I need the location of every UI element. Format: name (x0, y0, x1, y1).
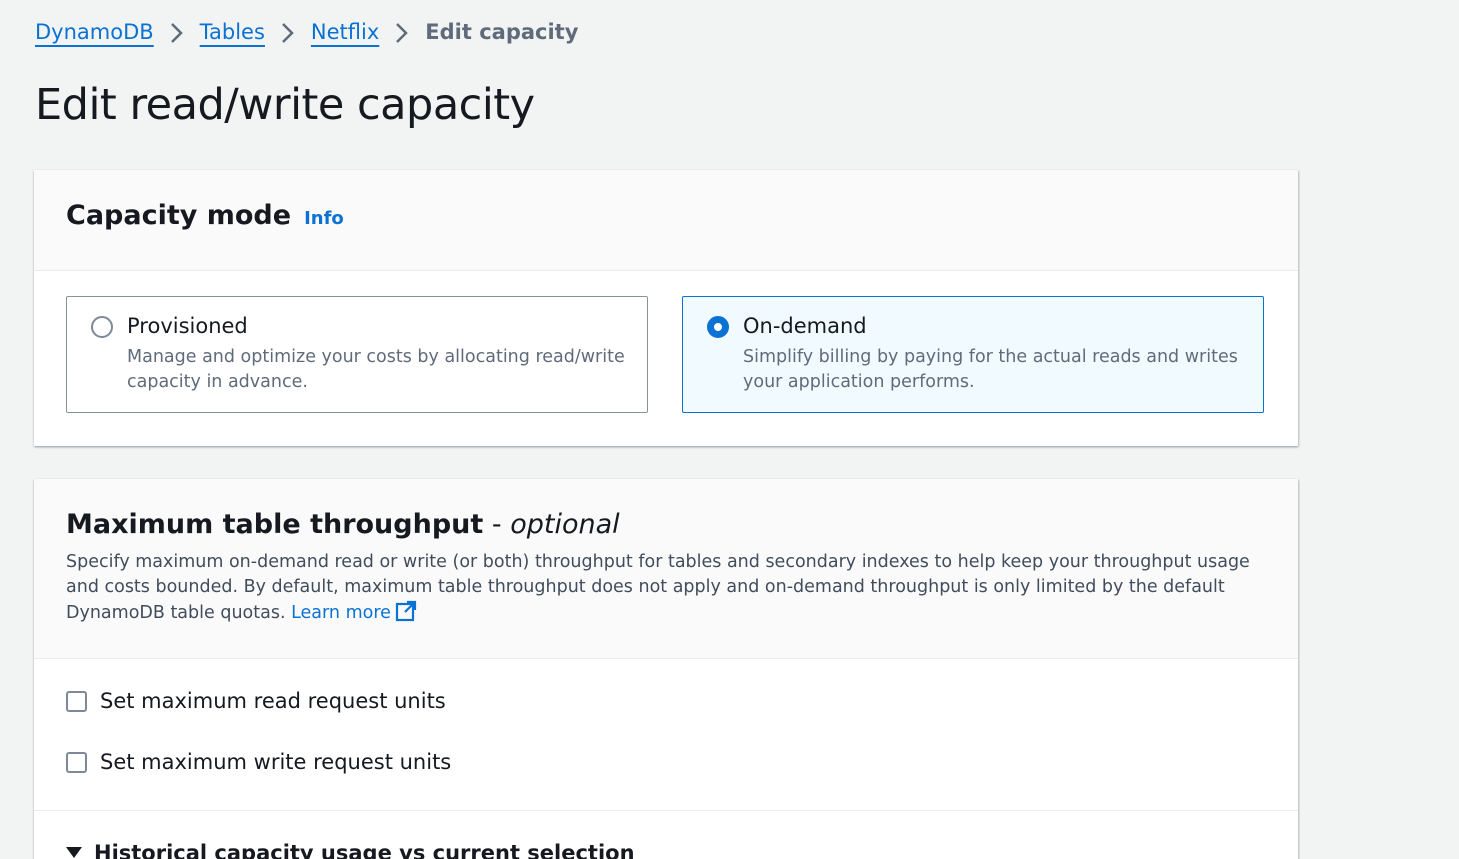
max-read-label: Set maximum read request units (100, 689, 446, 713)
max-read-checkbox-row[interactable]: Set maximum read request units (66, 689, 446, 713)
capacity-mode-heading: Capacity mode Info (66, 200, 344, 231)
external-link-icon (395, 600, 417, 630)
breadcrumb: DynamoDB Tables Netflix Edit capacity (35, 14, 578, 50)
breadcrumb-current: Edit capacity (425, 20, 579, 44)
throughput-description-text: Specify maximum on-demand read or write … (66, 552, 1250, 623)
max-read-checkbox[interactable] (66, 690, 87, 712)
provisioned-label: Provisioned (127, 314, 248, 338)
on-demand-label: On-demand (743, 314, 867, 338)
page: DynamoDB Tables Netflix Edit capacity Ed… (0, 0, 1459, 859)
throughput-title: Maximum table throughput - optional (66, 509, 620, 540)
on-demand-radio[interactable] (707, 316, 729, 338)
breadcrumb-dynamodb[interactable]: DynamoDB (35, 20, 154, 44)
throughput-title-dash: - (483, 509, 511, 540)
divider (34, 810, 1298, 811)
optional-label: optional (510, 509, 620, 540)
chevron-right-icon (387, 20, 417, 44)
max-write-checkbox[interactable] (66, 751, 87, 773)
max-write-label: Set maximum write request units (100, 750, 452, 774)
throughput-header: Maximum table throughput - optional Spec… (34, 479, 1298, 659)
provisioned-tile[interactable]: Provisioned Manage and optimize your cos… (66, 296, 648, 413)
historical-usage-label: Historical capacity usage vs current sel… (94, 841, 635, 859)
on-demand-description: Simplify billing by paying for the actua… (743, 347, 1238, 392)
caret-down-icon (66, 844, 82, 859)
max-write-checkbox-row[interactable]: Set maximum write request units (66, 750, 451, 774)
throughput-container: Maximum table throughput - optional Spec… (34, 479, 1298, 859)
learn-more-link[interactable]: Learn more (291, 600, 417, 623)
capacity-mode-container: Capacity mode Info Provisioned Manage an… (34, 170, 1298, 446)
chevron-right-icon (162, 20, 192, 44)
chevron-right-icon (273, 20, 303, 44)
page-title: Edit read/write capacity (35, 80, 535, 130)
capacity-mode-header: Capacity mode Info (34, 170, 1298, 271)
throughput-title-text: Maximum table throughput (66, 509, 484, 540)
info-link[interactable]: Info (304, 208, 344, 229)
on-demand-tile[interactable]: On-demand Simplify billing by paying for… (682, 296, 1264, 413)
breadcrumb-netflix[interactable]: Netflix (311, 20, 379, 44)
learn-more-label: Learn more (291, 603, 391, 623)
capacity-mode-title: Capacity mode (66, 200, 292, 231)
provisioned-radio[interactable] (91, 316, 113, 338)
provisioned-description: Manage and optimize your costs by alloca… (127, 347, 625, 392)
breadcrumb-tables[interactable]: Tables (200, 20, 265, 44)
historical-usage-expander[interactable]: Historical capacity usage vs current sel… (66, 841, 635, 859)
throughput-description: Specify maximum on-demand read or write … (66, 550, 1276, 630)
